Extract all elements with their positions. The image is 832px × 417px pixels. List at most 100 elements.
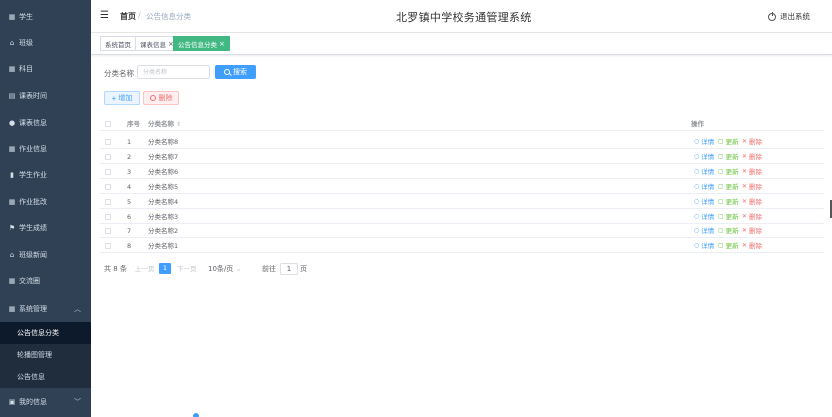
row-detail-button[interactable]: ○ 详情 <box>694 150 714 164</box>
row-category-name: 分类名称6 <box>148 167 179 176</box>
sidebar-item-class[interactable]: ⌂ 班级 <box>0 30 91 56</box>
sidebar-item-student-scores[interactable]: ⚑ 学生成绩 <box>0 215 91 241</box>
sidebar-item-label: 作业批改 <box>19 198 47 206</box>
close-icon: ✕ <box>742 197 748 205</box>
logout-button[interactable]: 退出系统 <box>768 11 810 22</box>
user-icon: ● <box>8 119 16 127</box>
sidebar-subitem-notice[interactable]: 公告信息 <box>0 366 91 388</box>
sidebar-item-homework-grading[interactable]: ▦ 作业批改 <box>0 189 91 215</box>
row-checkbox[interactable] <box>105 153 111 160</box>
row-detail-button[interactable]: ○ 详情 <box>694 210 714 224</box>
row-category-name: 分类名称3 <box>148 212 179 221</box>
sidebar: ▦ 学生 ⌂ 班级 ▦ 科目 ▤ 课表时间 ● 课表信息 ▦ 作业信息 ▮ 学生… <box>0 0 91 417</box>
sidebar-item-schedule-time[interactable]: ▤ 课表时间 <box>0 83 91 109</box>
row-delete-button[interactable]: ✕ 删除 <box>742 150 762 164</box>
row-checkbox[interactable] <box>105 168 111 175</box>
sidebar-item-student-homework[interactable]: ▮ 学生作业 <box>0 162 91 188</box>
row-edit-button[interactable]: ▢ 更新 <box>718 150 739 164</box>
close-icon: ✕ <box>742 182 748 190</box>
floating-dot <box>193 413 199 417</box>
row-delete-button[interactable]: ✕ 删除 <box>742 210 762 224</box>
row-checkbox[interactable] <box>105 243 111 250</box>
sidebar-item-system-management[interactable]: ▦ 系统管理 ︿ <box>0 296 91 322</box>
close-icon[interactable]: × <box>219 40 225 48</box>
select-all-checkbox[interactable] <box>105 121 111 127</box>
row-checkbox[interactable] <box>105 139 111 145</box>
row-edit-button[interactable]: ▢ 更新 <box>718 224 739 238</box>
grid-icon: ▦ <box>8 65 16 73</box>
row-detail-button[interactable]: ○ 详情 <box>694 195 714 209</box>
row-edit-button[interactable]: ▢ 更新 <box>718 165 739 179</box>
edit-icon: ▢ <box>718 167 724 175</box>
row-checkbox[interactable] <box>105 198 111 205</box>
page-size-select[interactable]: 10条/页 ⌄ <box>208 262 241 276</box>
row-checkbox[interactable] <box>105 228 111 235</box>
delete-button-label: 删除 <box>158 95 173 102</box>
sidebar-item-label: 科目 <box>19 65 33 73</box>
sidebar-item-my-info[interactable]: ▣ 我的信息 ﹀ <box>0 389 91 415</box>
tab-notice-category[interactable]: 公告信息分类 × <box>173 36 230 51</box>
bank-icon: ⌂ <box>9 39 15 47</box>
row-edit-button[interactable]: ▢ 更新 <box>718 210 739 224</box>
close-icon: ✕ <box>742 152 748 160</box>
breadcrumb-home[interactable]: 首页 <box>120 11 136 22</box>
row-delete-button[interactable]: ✕ 删除 <box>742 180 762 194</box>
row-detail-button[interactable]: ○ 详情 <box>694 180 714 194</box>
edit-icon: ▢ <box>718 182 724 190</box>
hamburger-menu-icon[interactable]: ☰ <box>100 10 109 21</box>
sidebar-item-label: 我的信息 <box>19 398 47 406</box>
row-delete-button[interactable]: ✕ 删除 <box>742 195 762 209</box>
sidebar-item-forum[interactable]: ▦ 交流圈 <box>0 268 91 294</box>
delete-label: 删除 <box>749 152 763 161</box>
edit-icon: ▢ <box>718 197 724 205</box>
row-category-name: 分类名称1 <box>148 242 179 251</box>
category-name-search-input[interactable] <box>137 65 210 79</box>
sidebar-item-schedule-info[interactable]: ● 课表信息 <box>0 110 91 136</box>
edit-label: 更新 <box>725 182 739 191</box>
pagination-prev-button[interactable]: 上一页 <box>135 262 155 276</box>
row-edit-button[interactable]: ▢ 更新 <box>718 180 739 194</box>
row-delete-button[interactable]: ✕ 删除 <box>742 239 762 253</box>
row-detail-button[interactable]: ○ 详情 <box>694 135 714 149</box>
table-header-row: 序号 分类名称 ⇕ 操作 <box>100 117 824 131</box>
sidebar-item-students[interactable]: ▦ 学生 <box>0 4 91 30</box>
detail-label: 详情 <box>701 197 715 206</box>
row-delete-button[interactable]: ✕ 删除 <box>742 165 762 179</box>
sidebar-item-homework-info[interactable]: ▦ 作业信息 <box>0 136 91 162</box>
row-checkbox[interactable] <box>105 183 111 190</box>
sidebar-subitem-carousel[interactable]: 轮播图管理 <box>0 344 91 366</box>
tab-home[interactable]: 系统首页 <box>100 36 136 51</box>
row-detail-button[interactable]: ○ 详情 <box>694 224 714 238</box>
search-button[interactable]: 搜索 <box>215 65 256 79</box>
row-checkbox[interactable] <box>105 213 111 220</box>
row-detail-button[interactable]: ○ 详情 <box>694 165 714 179</box>
edit-icon: ▢ <box>718 242 724 250</box>
sidebar-item-subject[interactable]: ▦ 科目 <box>0 56 91 82</box>
top-header: ☰ 首页 / 公告信息分类 北罗镇中学校务通管理系统 退出系统 <box>91 0 832 33</box>
row-delete-button[interactable]: ✕ 删除 <box>742 224 762 238</box>
sidebar-subitem-notice-category[interactable]: 公告信息分类 <box>0 322 91 344</box>
sidebar-item-class-news[interactable]: ⌂ 班级新闻 <box>0 242 91 268</box>
row-edit-button[interactable]: ▢ 更新 <box>718 239 739 253</box>
column-header-name[interactable]: 分类名称 ⇕ <box>148 117 181 131</box>
pagination-page-1[interactable]: 1 <box>159 263 171 274</box>
row-edit-button[interactable]: ▢ 更新 <box>718 195 739 209</box>
row-edit-button[interactable]: ▢ 更新 <box>718 135 739 149</box>
goto-page-input[interactable]: 1 <box>280 263 298 275</box>
row-detail-button[interactable]: ○ 详情 <box>694 239 714 253</box>
row-delete-button[interactable]: ✕ 删除 <box>742 135 762 149</box>
sidebar-subitem-label: 轮播图管理 <box>17 351 52 359</box>
sidebar-item-label: 学生作业 <box>19 171 47 179</box>
table-row: 3 分类名称6 ○ 详情 ▢ 更新 ✕ 删除 <box>100 165 824 179</box>
detail-label: 详情 <box>701 138 715 146</box>
grid-icon: ▦ <box>8 13 16 21</box>
detail-label: 详情 <box>701 167 715 176</box>
add-button[interactable]: + 增加 <box>104 91 140 105</box>
edit-label: 更新 <box>725 242 739 251</box>
sort-icon[interactable]: ⇕ <box>176 121 181 128</box>
tab-label: 系统首页 <box>105 40 131 49</box>
pagination-next-button[interactable]: 下一页 <box>177 262 197 276</box>
batch-delete-button[interactable]: 删除 <box>143 91 179 105</box>
delete-label: 删除 <box>749 242 763 251</box>
goto-label: 前往 <box>262 265 276 273</box>
